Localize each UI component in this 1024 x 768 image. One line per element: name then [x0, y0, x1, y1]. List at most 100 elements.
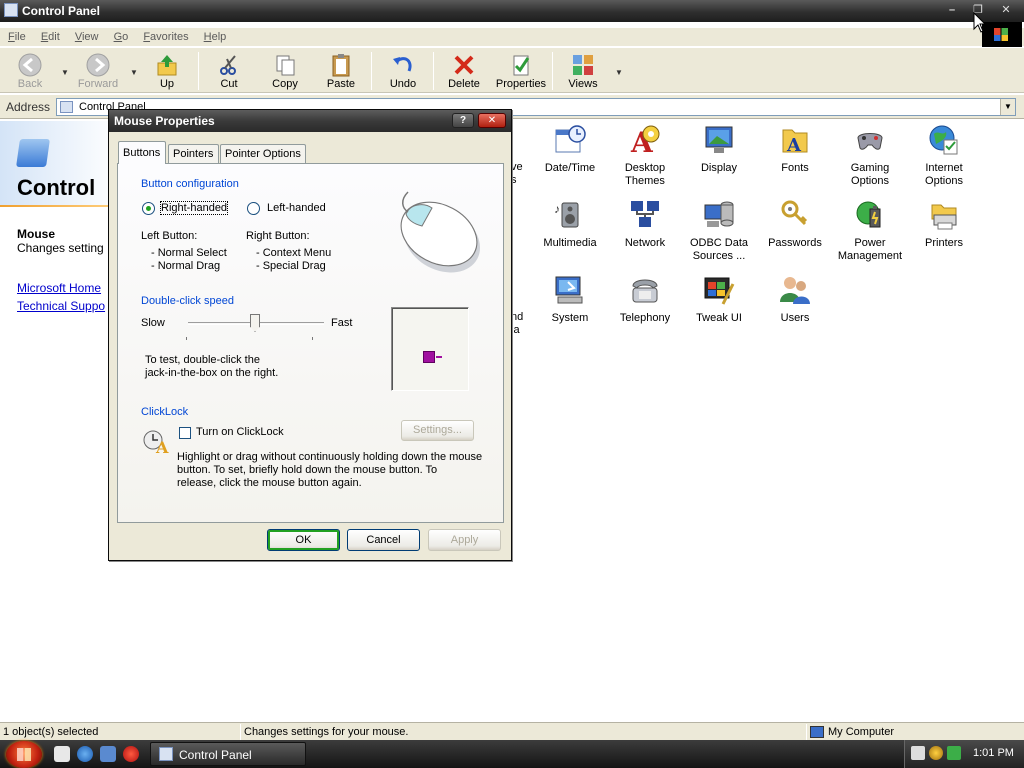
cp-icon-tweak-ui[interactable]: Tweak UI [680, 274, 758, 325]
button-config-heading: Button configuration [141, 178, 239, 190]
menu-go[interactable]: Go [114, 28, 129, 46]
back-dropdown-icon[interactable]: ▼ [61, 68, 69, 77]
tab-pointers[interactable]: Pointers [168, 144, 219, 164]
cp-icon-system[interactable]: System [531, 274, 609, 325]
paste-button[interactable]: Paste [313, 51, 369, 93]
delete-button[interactable]: Delete [436, 51, 492, 93]
cut-button[interactable]: Cut [201, 51, 257, 93]
ok-button[interactable]: OK [267, 529, 340, 551]
back-button[interactable]: Back [2, 51, 58, 93]
tray-keyboard-icon[interactable] [911, 746, 925, 760]
clicklock-checkbox[interactable] [179, 427, 191, 439]
partial-label: ve [511, 161, 523, 173]
double-click-slider-thumb[interactable] [250, 314, 260, 332]
cp-icon-multimedia[interactable]: ♪ Multimedia [531, 199, 609, 250]
my-computer-icon [810, 726, 824, 738]
cp-icon-desktop-themes[interactable]: A Desktop Themes [606, 124, 684, 188]
right-handed-radio[interactable] [142, 202, 155, 215]
dialog-title: Mouse Properties [114, 114, 215, 128]
clicklock-description: release, click the mouse button again. [177, 477, 362, 489]
help-button[interactable]: ? [452, 113, 474, 128]
clicklock-settings-button[interactable]: Settings... [401, 420, 474, 441]
cp-icon-internet-options[interactable]: Internet Options [905, 124, 983, 188]
cp-icon-odbc-data-sources[interactable]: ODBC Data Sources ... [680, 199, 758, 263]
cp-icon-fonts[interactable]: A Fonts [756, 124, 834, 175]
opera-browser-icon[interactable] [123, 746, 139, 762]
cp-icon-passwords[interactable]: Passwords [756, 199, 834, 250]
mouse-cursor-icon [973, 12, 987, 33]
internet-explorer-icon[interactable] [77, 746, 93, 762]
left-button-item: - Normal Select [151, 247, 227, 259]
svg-text:♪: ♪ [554, 202, 560, 216]
left-button-label: Left Button: [141, 230, 198, 242]
forward-button[interactable]: Forward [70, 51, 126, 93]
cp-icon-date-time[interactable]: Date/Time [531, 124, 609, 175]
status-zone: My Computer [828, 726, 895, 738]
forward-dropdown-icon[interactable]: ▼ [130, 68, 138, 77]
address-label: Address [6, 100, 51, 114]
back-arrow-icon [17, 53, 43, 77]
cp-icon-network[interactable]: Network [606, 199, 684, 250]
apply-button[interactable]: Apply [428, 529, 501, 551]
notepad-quicklaunch-icon[interactable] [54, 746, 70, 762]
tab-pointer-options[interactable]: Pointer Options [220, 144, 306, 164]
copy-icon [272, 53, 298, 77]
cp-icon-telephony[interactable]: Telephony [606, 274, 684, 325]
tray-network-icon[interactable] [947, 746, 961, 760]
tray-settings-icon[interactable] [929, 746, 943, 760]
telephone-icon [629, 274, 661, 306]
copy-button[interactable]: Copy [257, 51, 313, 93]
cp-icon-users[interactable]: Users [756, 274, 834, 325]
up-button[interactable]: Up [139, 51, 195, 93]
cp-icon-display[interactable]: Display [680, 124, 758, 175]
cancel-button[interactable]: Cancel [347, 529, 420, 551]
jack-in-the-box-test-area[interactable] [391, 307, 469, 391]
status-selection: 1 object(s) selected [3, 726, 99, 738]
tab-buttons[interactable]: Buttons [118, 141, 166, 164]
windows-flag-icon [17, 748, 31, 761]
globe-icon [928, 124, 960, 156]
printer-icon [928, 199, 960, 231]
desktop-quicklaunch-icon[interactable] [100, 746, 116, 762]
properties-button[interactable]: Properties [492, 51, 550, 93]
address-dropdown-icon[interactable]: ▼ [1000, 99, 1015, 115]
status-bar: 1 object(s) selected Changes settings fo… [0, 722, 1024, 740]
cp-icon-printers[interactable]: Printers [905, 199, 983, 250]
menu-favorites[interactable]: Favorites [143, 28, 188, 46]
views-dropdown-icon[interactable]: ▼ [615, 68, 623, 77]
right-handed-label[interactable]: Right-handed [159, 201, 229, 215]
clicklock-checkbox-label[interactable]: Turn on ClickLock [196, 426, 284, 438]
svg-text:A: A [786, 135, 802, 156]
taskbar-button-control-panel[interactable]: Control Panel [150, 742, 306, 766]
start-button[interactable] [6, 741, 42, 768]
close-window-button[interactable]: ✕ [998, 3, 1014, 17]
system-computer-icon [554, 274, 586, 306]
control-panel-small-icon [60, 101, 73, 113]
menu-edit[interactable]: Edit [41, 28, 60, 46]
views-button[interactable]: Views [555, 51, 611, 93]
web-view-panel: Control Mouse Changes setting Microsoft … [0, 121, 120, 719]
menu-help[interactable]: Help [204, 28, 227, 46]
odbc-database-icon [703, 199, 735, 231]
left-handed-label[interactable]: Left-handed [267, 202, 326, 214]
undo-button[interactable]: Undo [375, 51, 431, 93]
toolbar: Back ▼ Forward ▼ Up Cut Copy Paste Undo … [0, 47, 1024, 93]
double-click-hint: To test, double-click the [145, 354, 260, 366]
selected-item-name: Mouse [17, 227, 56, 241]
technical-support-link[interactable]: Technical Suppo [17, 299, 105, 313]
microsoft-home-link[interactable]: Microsoft Home [17, 281, 101, 295]
selected-item-desc: Changes setting [17, 241, 104, 255]
cp-icon-power-management[interactable]: Power Management [831, 199, 909, 263]
control-panel-task-icon [159, 747, 173, 761]
minimize-button[interactable]: – [944, 3, 960, 17]
dialog-close-button[interactable]: ✕ [478, 113, 506, 128]
menubar: File Edit View Go Favorites Help [0, 28, 1024, 46]
menu-view[interactable]: View [75, 28, 99, 46]
cp-icon-gaming-options[interactable]: Gaming Options [831, 124, 909, 188]
left-handed-radio[interactable] [247, 202, 260, 215]
right-button-item: - Special Drag [256, 260, 326, 272]
menu-file[interactable]: File [8, 28, 26, 46]
partial-label: nd [511, 311, 524, 323]
fonts-folder-icon: A [779, 124, 811, 156]
window-title: Control Panel [22, 4, 101, 18]
